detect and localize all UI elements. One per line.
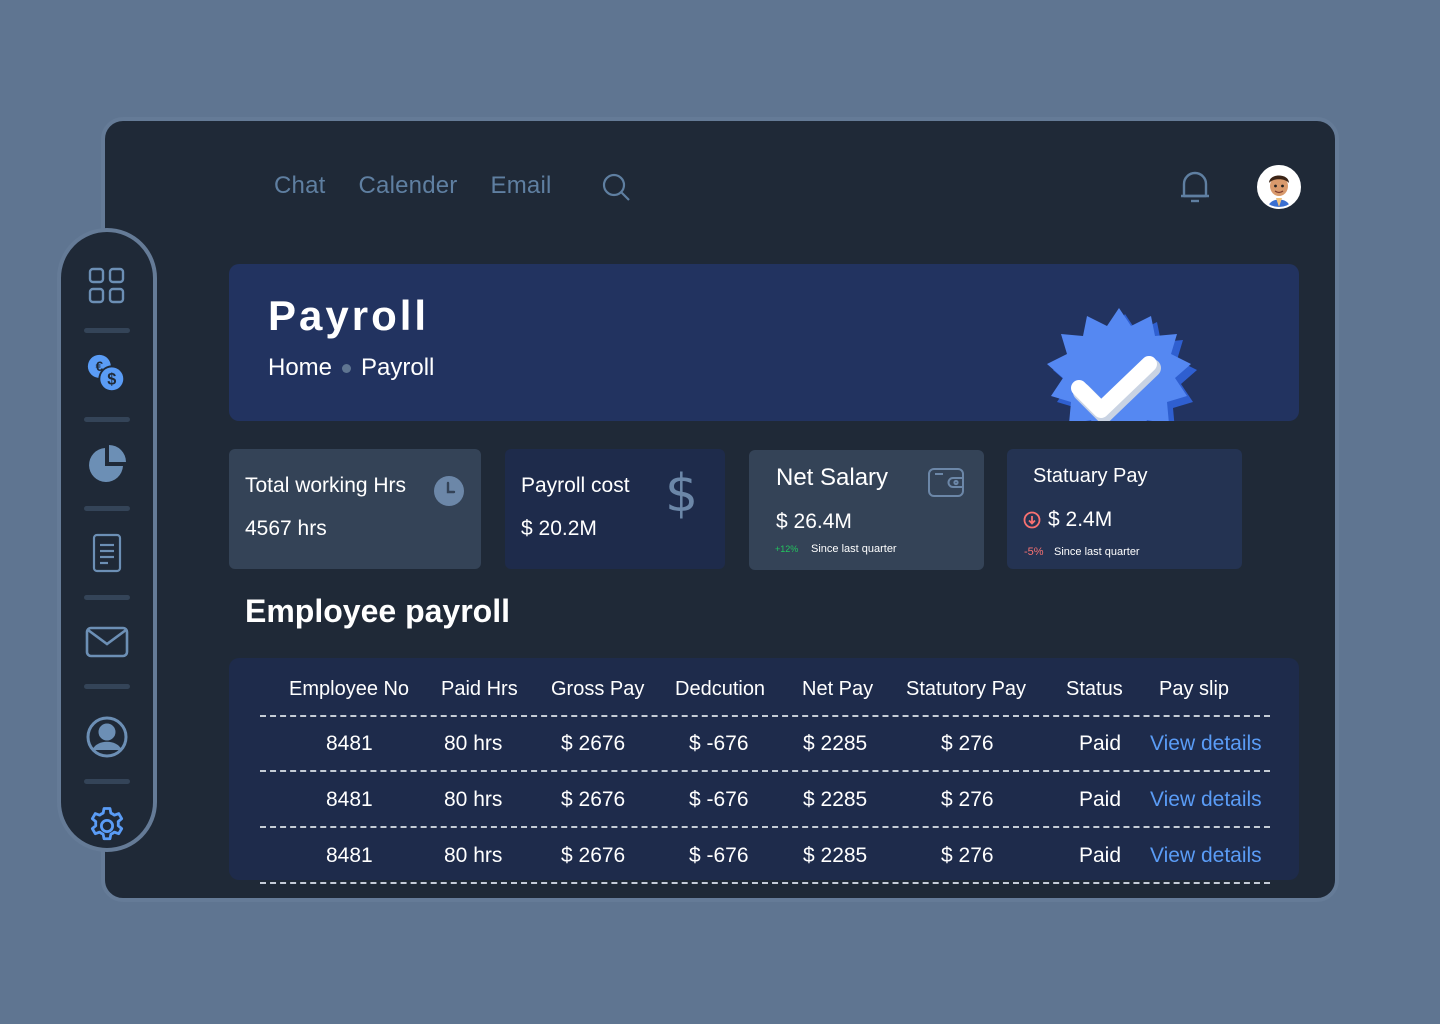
table-row: 8481 80 hrs $ 2676 $ -676 $ 2285 $ 276 P… [260,828,1270,884]
user-avatar[interactable] [1257,165,1301,209]
stat-value: $ 2.4M [1048,508,1113,531]
top-nav: Chat Calender Email [274,172,552,200]
nav-calender[interactable]: Calender [359,172,458,200]
payroll-table: Employee No Paid Hrs Gross Pay Dedcution… [229,658,1299,884]
sidebar-divider [84,779,130,784]
pie-chart-icon[interactable] [85,442,129,486]
cell-status: Paid [1079,732,1122,755]
dollar-icon: $ [665,464,699,524]
section-title: Employee payroll [245,593,510,629]
stat-label: Net Salary [776,464,889,491]
breadcrumb-separator [342,363,352,373]
table-row: 8481 80 hrs $ 2676 $ -676 $ 2285 $ 276 P… [260,716,1270,772]
nav-chat[interactable]: Chat [274,172,326,200]
view-details-link[interactable]: View details [1150,716,1262,772]
cell-gross-pay: $ 2676 [561,732,626,755]
currency-exchange-icon[interactable]: € $ [85,353,129,397]
col-header-deduction: Dedcution [675,677,766,700]
sidebar-divider [84,595,130,600]
sidebar-divider [84,417,130,422]
cell-net-pay: $ 2285 [803,732,868,755]
stat-value: $ 26.4M [776,510,852,533]
stat-value: 4567 hrs [245,517,327,540]
col-header-paid-hrs: Paid Hrs [441,677,518,700]
col-header-gross-pay: Gross Pay [551,677,645,700]
stat-label: Statuary Pay [1033,465,1148,487]
sidebar-divider [84,506,130,511]
svg-text:$: $ [107,371,116,389]
settings-gear-icon[interactable] [85,804,129,848]
cell-net-pay: $ 2285 [803,788,868,811]
cell-statutory-pay: $ 276 [941,732,994,755]
stat-note: Since last quarter [811,543,897,555]
page-banner: Payroll Home Payroll [229,264,1299,421]
cell-deduction: $ -676 [689,788,749,811]
cell-statutory-pay: $ 276 [941,844,994,867]
nav-email[interactable]: Email [491,172,552,200]
col-header-employee-no: Employee No [289,677,410,700]
col-header-net-pay: Net Pay [802,677,874,700]
cell-statutory-pay: $ 276 [941,788,994,811]
page-title: Payroll [268,292,430,339]
cell-status: Paid [1079,788,1122,811]
cell-gross-pay: $ 2676 [561,788,626,811]
wallet-icon [928,468,964,497]
table-header-row: Employee No Paid Hrs Gross Pay Dedcution… [260,661,1270,717]
sidebar-divider [84,684,130,689]
sidebar-divider [84,328,130,333]
col-header-statutory-pay: Statutory Pay [906,677,1027,700]
notification-bell-icon[interactable] [1179,168,1211,206]
dashboard-grid-icon[interactable] [85,264,129,308]
cell-employee-no: 8481 [326,788,373,811]
stat-card-statuary-pay: Statuary Pay $ 2.4M -5% Since last quart… [1007,449,1242,569]
col-header-pay-slip: Pay slip [1159,677,1230,700]
cell-employee-no: 8481 [326,732,373,755]
mail-icon[interactable] [85,620,129,664]
search-icon[interactable] [601,172,631,202]
breadcrumb: Home Payroll [268,354,434,382]
user-profile-icon[interactable] [85,715,129,759]
view-details-link[interactable]: View details [1150,772,1262,828]
stat-label: Total working Hrs [245,474,407,497]
view-details-link[interactable]: View details [1150,828,1262,884]
clock-icon [434,476,464,506]
stat-change: -5% [1024,546,1044,558]
stat-value: $ 20.2M [521,517,597,540]
cell-net-pay: $ 2285 [803,844,868,867]
cell-status: Paid [1079,844,1122,867]
cell-deduction: $ -676 [689,732,749,755]
document-icon[interactable] [85,531,129,575]
cell-gross-pay: $ 2676 [561,844,626,867]
stat-card-payroll-cost: Payroll cost $ 20.2M $ [505,449,725,569]
table-row: 8481 80 hrs $ 2676 $ -676 $ 2285 $ 276 P… [260,772,1270,828]
stat-card-total-working-hrs: Total working Hrs 4567 hrs [229,449,481,569]
cell-deduction: $ -676 [689,844,749,867]
col-header-status: Status [1066,677,1123,700]
breadcrumb-home[interactable]: Home [268,354,332,382]
stat-note: Since last quarter [1054,546,1140,558]
stat-change: +12% [775,544,799,554]
cell-paid-hrs: 80 hrs [444,844,503,867]
breadcrumb-current: Payroll [361,354,435,381]
cell-paid-hrs: 80 hrs [444,732,503,755]
cell-paid-hrs: 80 hrs [444,788,503,811]
stat-card-net-salary: Net Salary $ 26.4M +12% Since last quart… [749,450,984,570]
stat-label: Payroll cost [521,474,630,497]
cell-employee-no: 8481 [326,844,373,867]
sidebar: € $ [57,228,157,852]
arrow-down-circle-icon [1023,511,1041,529]
verified-badge-icon [1047,308,1197,421]
